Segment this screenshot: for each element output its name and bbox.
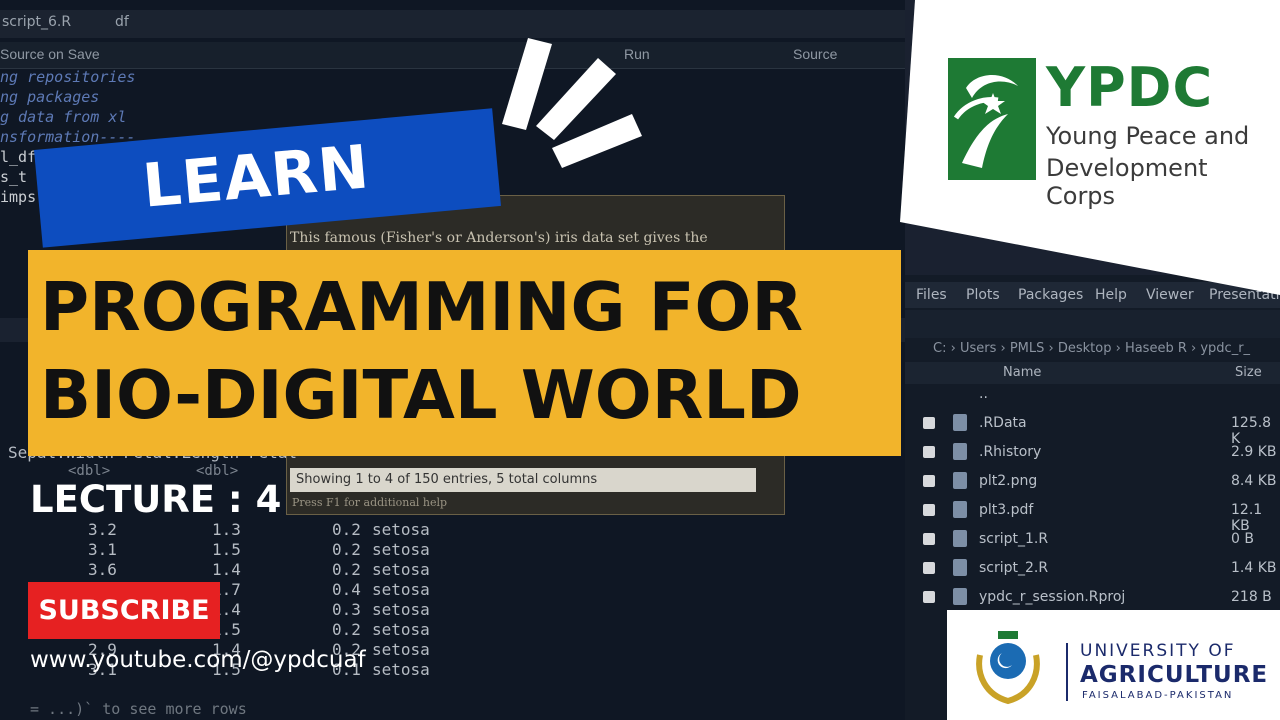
uaf-divider <box>1066 643 1068 701</box>
thumbnail-canvas: script_6.R df Source on Save Run Source … <box>0 0 1280 720</box>
uaf-crest-icon <box>976 631 1040 705</box>
uaf-line1: UNIVERSITY OF <box>1080 641 1236 661</box>
ypdc-name-line2: Development Corps <box>1046 154 1208 210</box>
ypdc-abbr: YPDC <box>1046 56 1214 119</box>
title-line-2: BIO-DIGITAL WORLD <box>40 356 802 434</box>
uaf-line2: AGRICULTURE <box>1080 662 1269 688</box>
subscribe-button[interactable]: SUBSCRIBE <box>28 582 220 639</box>
lecture-number: LECTURE : 4 <box>30 478 282 521</box>
ypdc-name-line1: Young Peace and <box>1046 122 1250 150</box>
burst-lines-icon <box>502 38 642 168</box>
uaf-line3: FAISALABAD-PAKISTAN <box>1082 690 1234 701</box>
youtube-channel-link[interactable]: www.youtube.com/@ypdcuaf <box>30 647 366 673</box>
ypdc-emblem-icon <box>948 58 1036 180</box>
title-line-1: PROGRAMMING FOR <box>40 268 804 346</box>
